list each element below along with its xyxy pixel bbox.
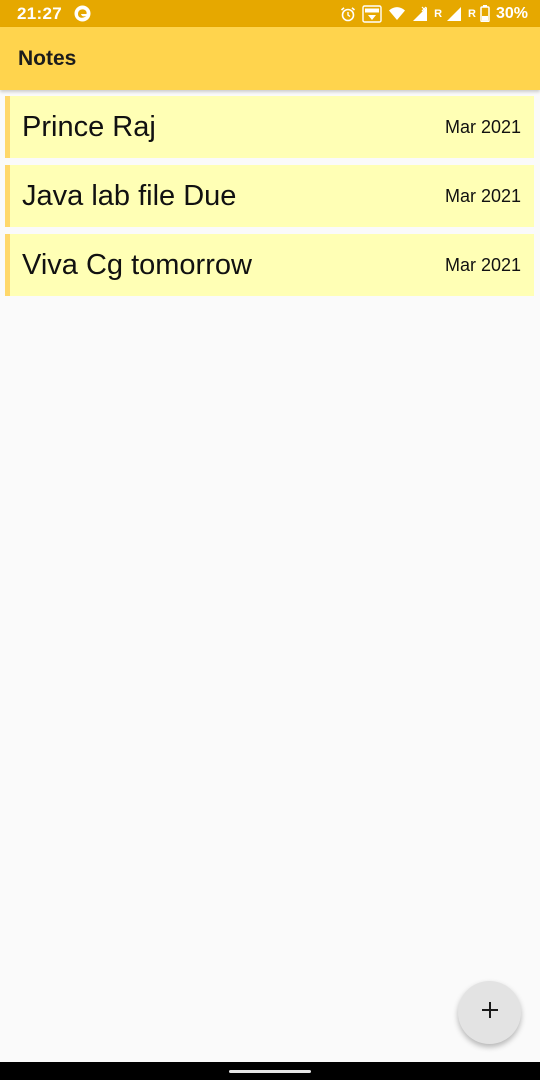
edge-browser-icon: [74, 5, 91, 22]
status-icons: R R 30%: [340, 5, 528, 23]
home-gesture-handle[interactable]: [229, 1070, 311, 1073]
note-title: Java lab file Due: [22, 179, 237, 212]
wifi-icon: [388, 6, 406, 22]
notes-screen: 21:27 R R 30% Notes Prince Raj Mar 2021 …: [0, 0, 540, 1080]
alarm-icon: [340, 6, 356, 22]
plus-icon: [480, 1000, 500, 1025]
note-item[interactable]: Prince Raj Mar 2021: [5, 96, 534, 158]
battery-percentage: 30%: [495, 4, 528, 22]
notes-list: Prince Raj Mar 2021 Java lab file Due Ma…: [5, 96, 534, 303]
note-date: Mar 2021: [444, 254, 521, 275]
app-bar: Notes: [0, 27, 540, 90]
note-date: Mar 2021: [444, 185, 521, 206]
note-title: Viva Cg tomorrow: [22, 248, 252, 281]
roaming-indicator: R: [468, 7, 476, 20]
battery-icon: [480, 5, 490, 22]
navigation-bar: [0, 1062, 540, 1080]
note-date: Mar 2021: [444, 116, 521, 137]
status-time: 21:27: [17, 3, 62, 23]
status-bar: 21:27 R R 30%: [0, 0, 540, 27]
signal-icon: [412, 6, 428, 22]
note-item[interactable]: Java lab file Due Mar 2021: [5, 165, 534, 227]
note-title: Prince Raj: [22, 110, 156, 143]
note-item[interactable]: Viva Cg tomorrow Mar 2021: [5, 234, 534, 296]
add-note-button[interactable]: [458, 981, 521, 1044]
signal-icon: [446, 6, 462, 22]
volte-icon: [362, 4, 382, 23]
roaming-indicator: R: [434, 7, 443, 20]
page-title: Notes: [18, 46, 77, 70]
